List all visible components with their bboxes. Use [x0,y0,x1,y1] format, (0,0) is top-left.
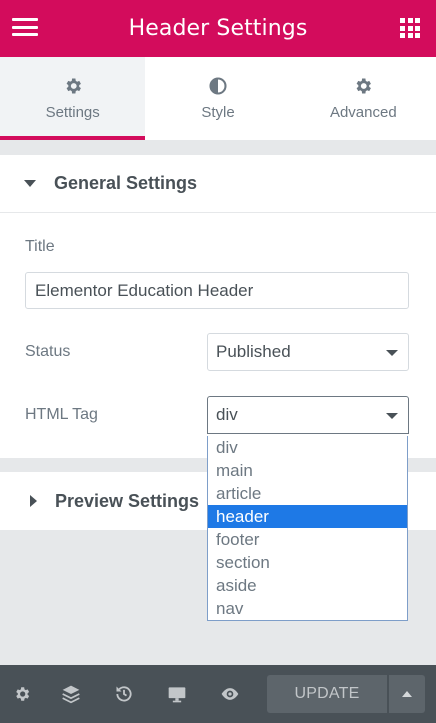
html-tag-select-value: div [216,405,238,424]
chevron-up-icon [402,691,412,697]
section-title: Preview Settings [55,490,200,511]
dropdown-option[interactable]: div [208,436,407,459]
status-select-value: Published [216,342,291,361]
gear-icon [356,78,372,94]
responsive-icon[interactable] [150,665,203,723]
section-title: General Settings [54,173,198,193]
dropdown-option[interactable]: section [208,551,407,574]
preview-eye-icon[interactable] [203,665,256,723]
tab-advanced-label: Advanced [329,104,397,121]
history-icon[interactable] [97,665,150,723]
hamburger-icon[interactable] [12,16,38,38]
dropdown-option[interactable]: aside [208,574,407,597]
footer-toolbar: UPDATE [0,665,436,723]
dropdown-option[interactable]: header [208,505,407,528]
tab-style[interactable]: Style [145,57,290,140]
panel-title: Header Settings [128,16,308,41]
gear-icon [66,78,81,94]
dropdown-option[interactable]: article [208,482,407,505]
dropdown-option[interactable]: main [208,459,407,482]
chevron-down-icon [386,350,398,356]
dropdown-option[interactable]: nav [208,597,407,620]
html-tag-dropdown: div main article header footer section aside na… [207,436,408,621]
status-label: Status [25,343,71,360]
update-button[interactable]: UPDATE [267,675,387,713]
grid-icon[interactable] [400,18,420,38]
status-select[interactable]: Published [207,333,409,371]
settings-icon[interactable] [0,665,44,723]
general-settings-section: General Settings Title Elementor Educati… [0,155,436,458]
top-bar: Header Settings [0,0,436,57]
save-options-button[interactable] [389,675,425,713]
title-label: Title [25,238,55,255]
tab-settings-label: Settings [45,104,100,121]
general-settings-header[interactable]: General Settings [0,155,436,213]
dropdown-option[interactable]: footer [208,528,407,551]
caret-right-icon [30,495,37,507]
tab-advanced[interactable]: Advanced [291,57,436,140]
html-tag-label: HTML Tag [25,406,98,423]
title-input[interactable]: Elementor Education Header [25,272,409,309]
contrast-icon [209,77,227,95]
tab-settings[interactable]: Settings [0,57,146,140]
caret-down-icon [24,180,36,187]
tab-style-label: Style [201,104,235,121]
html-tag-select[interactable]: div [207,396,409,434]
panel-tabs: Settings Style Advanced [0,57,436,140]
chevron-down-icon [386,413,398,419]
layers-icon[interactable] [44,665,97,723]
